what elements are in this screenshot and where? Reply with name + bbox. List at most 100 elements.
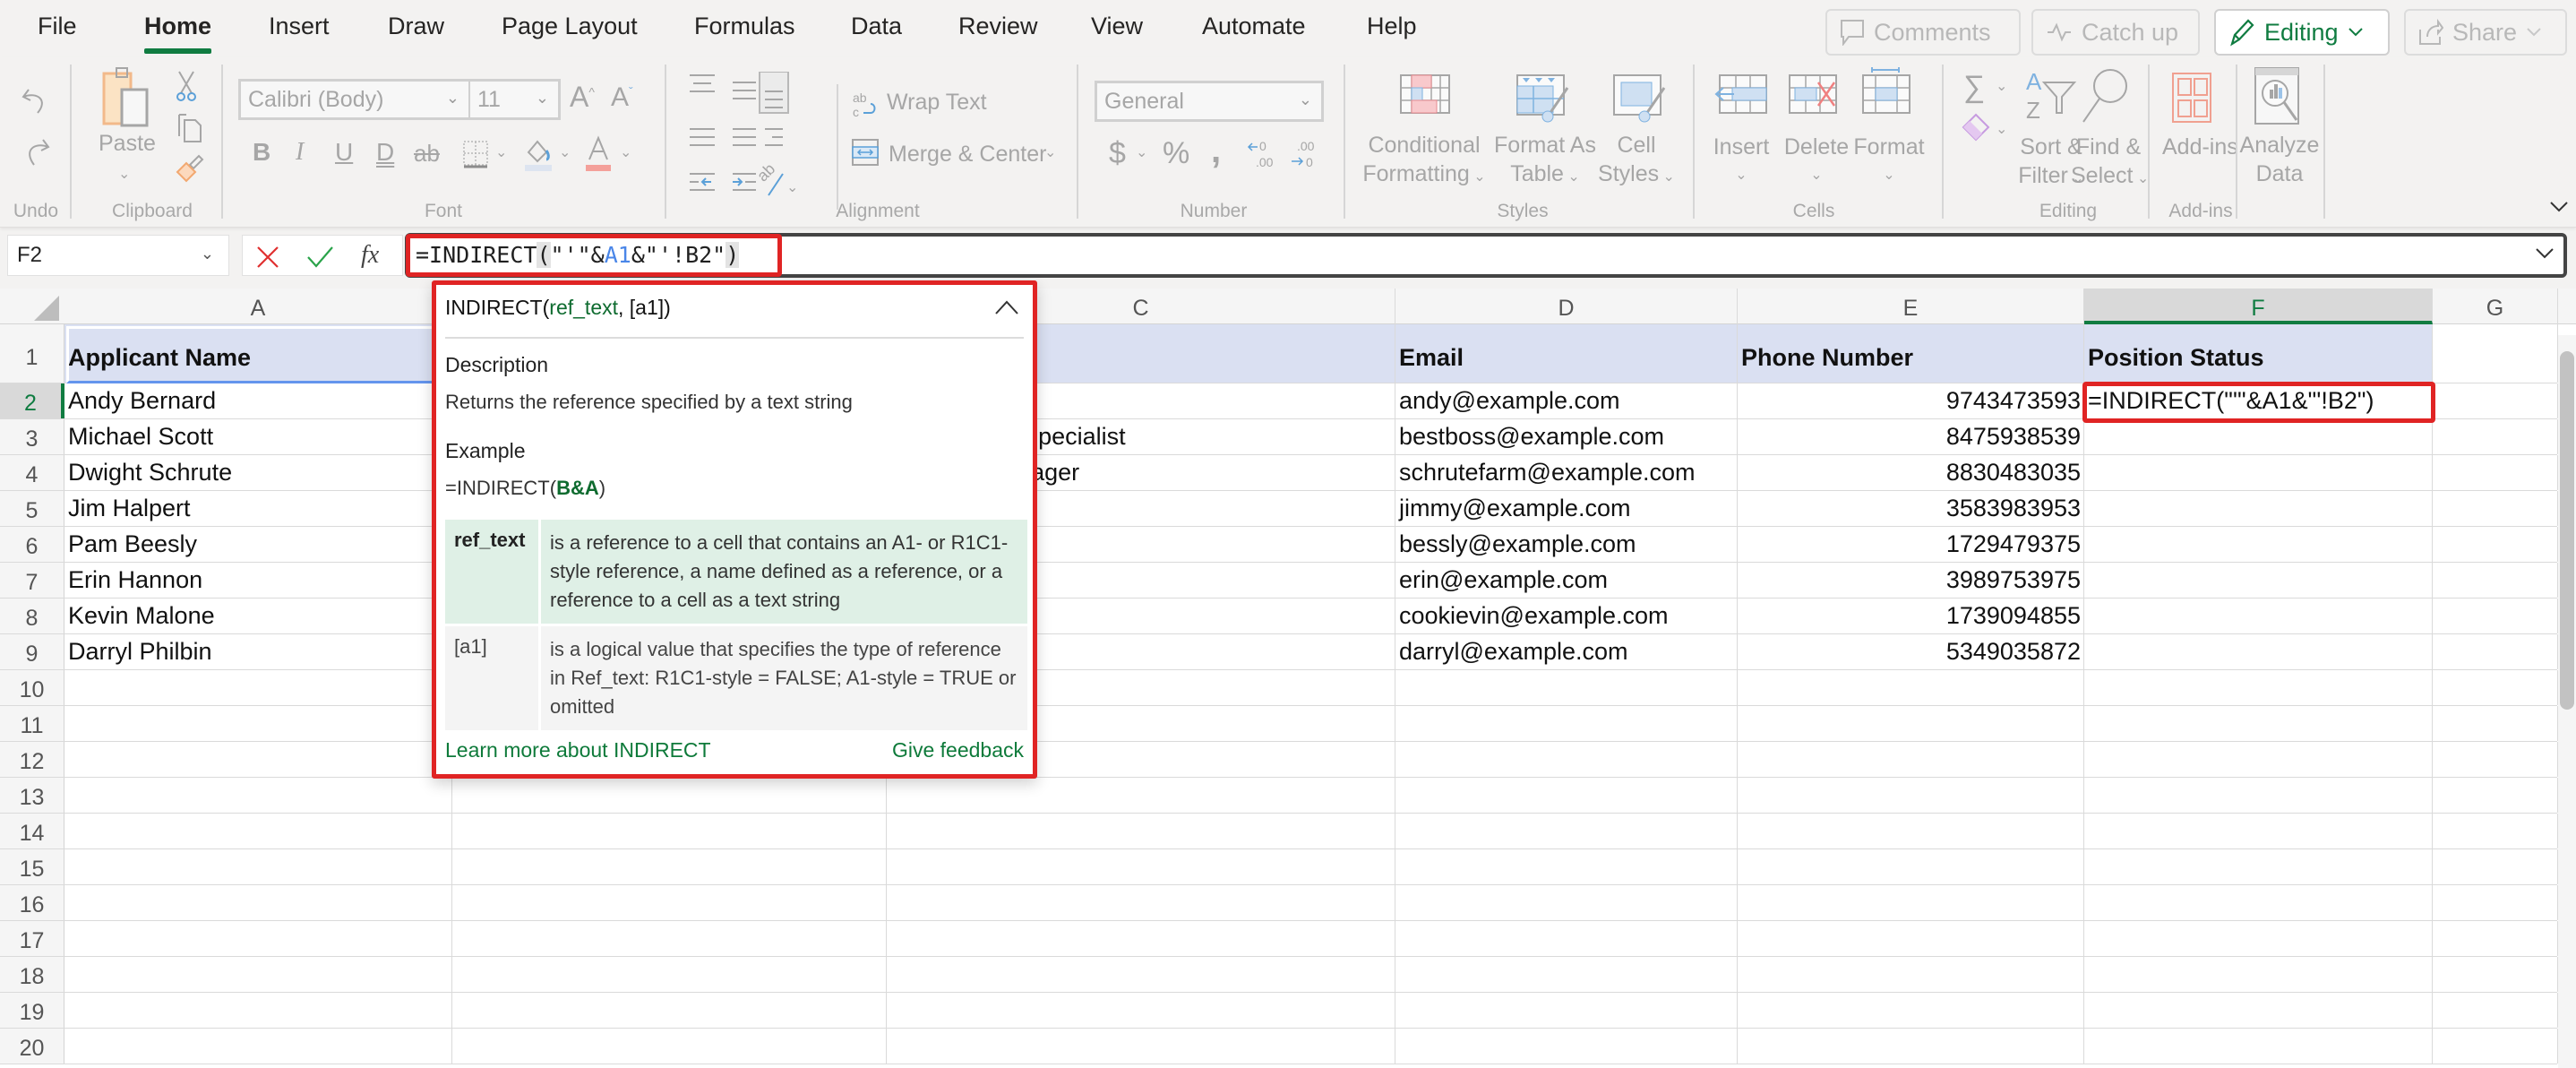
- row-header[interactable]: 12: [0, 742, 64, 777]
- cell-f6[interactable]: [2084, 527, 2433, 562]
- alignment-buttons[interactable]: ab ⌄: [686, 72, 803, 215]
- cell-g11[interactable]: [2433, 706, 2558, 741]
- clear-dropdown-chevron[interactable]: ⌄: [1996, 120, 2007, 138]
- cell-g16[interactable]: [2433, 885, 2558, 920]
- paste-icon[interactable]: [100, 66, 154, 134]
- decrease-font-size-button[interactable]: Aˇ: [611, 82, 633, 113]
- cell-f4[interactable]: [2084, 455, 2433, 490]
- analyze-data-button[interactable]: Analyze Data: [2239, 131, 2320, 188]
- increase-font-size-button[interactable]: A^: [570, 81, 595, 114]
- cell-e12[interactable]: [1738, 742, 2084, 777]
- row-header[interactable]: 1: [0, 324, 64, 383]
- cell-c18[interactable]: [887, 957, 1395, 992]
- row-header[interactable]: 16: [0, 885, 64, 920]
- row-header[interactable]: 9: [0, 634, 64, 669]
- cell-f5[interactable]: [2084, 491, 2433, 526]
- conditional-formatting-button[interactable]: Conditional Formatting ⌄: [1361, 131, 1487, 192]
- cell-b20[interactable]: [452, 1029, 887, 1064]
- cell-a13[interactable]: [64, 778, 452, 813]
- cell-e19[interactable]: [1738, 993, 2084, 1028]
- give-feedback-link[interactable]: Give feedback: [892, 738, 1024, 762]
- cell-d9[interactable]: darryl@example.com: [1395, 634, 1738, 669]
- confirm-entry-icon[interactable]: [305, 245, 334, 270]
- row-header[interactable]: 3: [0, 419, 64, 454]
- editing-mode-button[interactable]: Editing: [2214, 9, 2390, 56]
- cell-g12[interactable]: [2433, 742, 2558, 777]
- percent-format-button[interactable]: %: [1163, 136, 1189, 171]
- cell-f12[interactable]: [2084, 742, 2433, 777]
- cell-c16[interactable]: [887, 885, 1395, 920]
- cell-d5[interactable]: jimmy@example.com: [1395, 491, 1738, 526]
- font-color-icon[interactable]: [584, 134, 613, 172]
- paste-label[interactable]: Paste: [99, 131, 156, 157]
- number-format-select[interactable]: General ⌄: [1095, 81, 1324, 122]
- column-header-d[interactable]: D: [1395, 289, 1738, 324]
- cell-d4[interactable]: schrutefarm@example.com: [1395, 455, 1738, 490]
- fill-color-icon[interactable]: [523, 136, 554, 172]
- cell-c20[interactable]: [887, 1029, 1395, 1064]
- cell-e13[interactable]: [1738, 778, 2084, 813]
- format-painter-icon[interactable]: [174, 152, 204, 183]
- cell-b16[interactable]: [452, 885, 887, 920]
- cell-g15[interactable]: [2433, 849, 2558, 884]
- cell-a5[interactable]: Jim Halpert: [64, 491, 452, 526]
- cell-f11[interactable]: [2084, 706, 2433, 741]
- column-header-a[interactable]: A: [64, 289, 452, 324]
- cell-g9[interactable]: [2433, 634, 2558, 669]
- cell-e14[interactable]: [1738, 814, 2084, 848]
- cell-d2[interactable]: andy@example.com: [1395, 383, 1738, 418]
- decrease-decimal-icon[interactable]: .000: [1290, 138, 1318, 170]
- cell-e11[interactable]: [1738, 706, 2084, 741]
- font-name-select[interactable]: Calibri (Body) ⌄: [238, 79, 471, 120]
- cell-d17[interactable]: [1395, 921, 1738, 956]
- cell-e1[interactable]: Phone Number: [1738, 324, 2084, 383]
- merge-center-dropdown-chevron[interactable]: ⌄: [1044, 143, 1056, 161]
- cell-d14[interactable]: [1395, 814, 1738, 848]
- cell-g5[interactable]: [2433, 491, 2558, 526]
- redo-icon[interactable]: [18, 133, 54, 172]
- catch-up-button[interactable]: Catch up: [2031, 9, 2200, 56]
- cell-a11[interactable]: [64, 706, 452, 741]
- row-header[interactable]: 6: [0, 527, 64, 562]
- cell-g18[interactable]: [2433, 957, 2558, 992]
- clear-icon[interactable]: [1962, 113, 1990, 142]
- cell-d20[interactable]: [1395, 1029, 1738, 1064]
- cell-g8[interactable]: [2433, 599, 2558, 633]
- tab-formulas[interactable]: Formulas: [694, 13, 795, 40]
- cell-d1[interactable]: Email: [1395, 324, 1738, 383]
- row-header[interactable]: 18: [0, 957, 64, 992]
- cell-g1[interactable]: [2433, 324, 2558, 383]
- cell-a7[interactable]: Erin Hannon: [64, 563, 452, 598]
- borders-dropdown-chevron[interactable]: ⌄: [495, 143, 507, 161]
- cell-g17[interactable]: [2433, 921, 2558, 956]
- tab-insert[interactable]: Insert: [269, 13, 330, 40]
- currency-format-button[interactable]: $: [1109, 136, 1126, 171]
- cell-d18[interactable]: [1395, 957, 1738, 992]
- row-header[interactable]: 11: [0, 706, 64, 741]
- cell-f17[interactable]: [2084, 921, 2433, 956]
- cell-b14[interactable]: [452, 814, 887, 848]
- cancel-entry-icon[interactable]: [255, 245, 280, 270]
- cell-a1[interactable]: Applicant Name: [64, 324, 452, 383]
- underline-button[interactable]: U: [335, 138, 353, 167]
- merge-center-button[interactable]: Merge & Center: [889, 142, 1046, 168]
- cell-e6[interactable]: 1729479375: [1738, 527, 2084, 562]
- undo-icon[interactable]: [18, 84, 54, 120]
- cell-f9[interactable]: [2084, 634, 2433, 669]
- cell-e16[interactable]: [1738, 885, 2084, 920]
- expand-formula-bar-icon[interactable]: [2535, 247, 2555, 260]
- copy-icon[interactable]: [176, 111, 202, 143]
- cell-f14[interactable]: [2084, 814, 2433, 848]
- cell-e20[interactable]: [1738, 1029, 2084, 1064]
- cell-a12[interactable]: [64, 742, 452, 777]
- cell-g3[interactable]: [2433, 419, 2558, 454]
- cell-d11[interactable]: [1395, 706, 1738, 741]
- cell-e8[interactable]: 1739094855: [1738, 599, 2084, 633]
- cell-e7[interactable]: 3989753975: [1738, 563, 2084, 598]
- cell-e17[interactable]: [1738, 921, 2084, 956]
- cut-icon[interactable]: [176, 70, 197, 102]
- cell-g6[interactable]: [2433, 527, 2558, 562]
- tab-help[interactable]: Help: [1367, 13, 1417, 40]
- cell-a16[interactable]: [64, 885, 452, 920]
- tab-automate[interactable]: Automate: [1202, 13, 1306, 40]
